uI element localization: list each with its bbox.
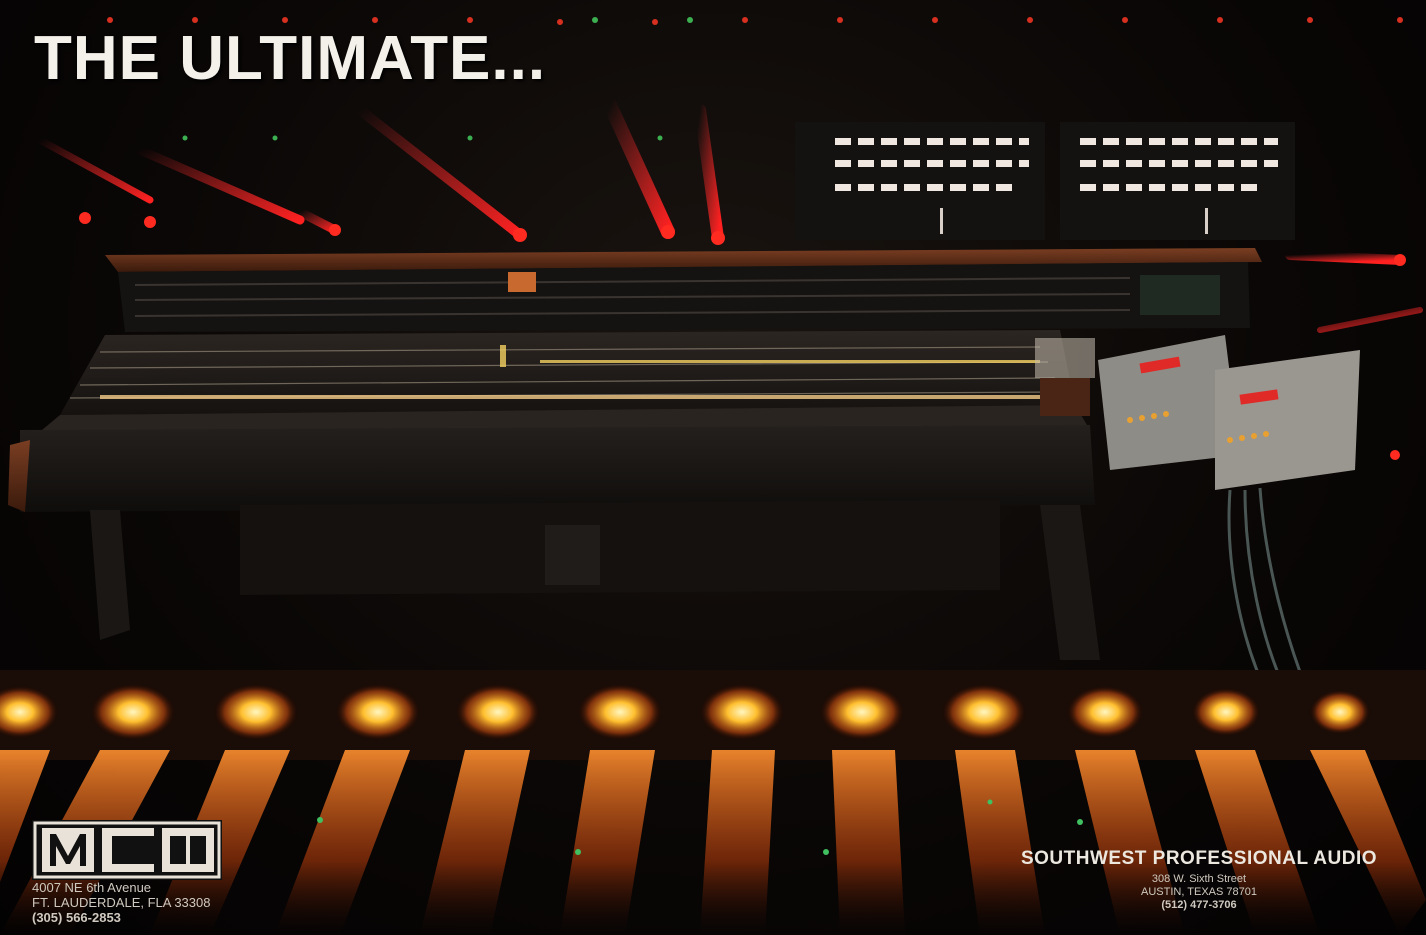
mci-contact: 4007 NE 6th Avenue FT. LAUDERDALE, FLA 3… bbox=[32, 820, 222, 925]
mci-address-line2: FT. LAUDERDALE, FLA 33308 bbox=[32, 895, 211, 910]
console-surface bbox=[8, 330, 1095, 512]
remote-control-units bbox=[1098, 335, 1360, 711]
mixing-console-photo bbox=[0, 17, 1426, 935]
dealer-name: SOUTHWEST PROFESSIONAL AUDIO bbox=[1020, 848, 1378, 869]
dealer-contact: SOUTHWEST PROFESSIONAL AUDIO 308 W. Sixt… bbox=[990, 848, 1408, 912]
dealer-address-line1: 308 W. Sixth Street bbox=[1151, 873, 1247, 885]
advertisement: THE ULTIMATE... 4007 NE 6th Avenue FT. L… bbox=[0, 0, 1426, 935]
mci-logo-space bbox=[32, 820, 222, 880]
console-pedestal bbox=[90, 500, 1100, 660]
headline: THE ULTIMATE... bbox=[34, 24, 547, 93]
console-meter-hood bbox=[105, 248, 1262, 332]
amber-lights-row bbox=[0, 670, 1426, 760]
meter-bridge-left bbox=[795, 122, 1045, 240]
mci-phone: (305) 566-2853 bbox=[32, 910, 121, 925]
dealer-address-line2: AUSTIN, TEXAS 78701 bbox=[1141, 886, 1257, 898]
dealer-phone: (512) 477-3706 bbox=[1161, 899, 1237, 911]
meter-bridge-right bbox=[1060, 122, 1295, 240]
mci-address-line1: 4007 NE 6th Avenue bbox=[32, 880, 152, 895]
